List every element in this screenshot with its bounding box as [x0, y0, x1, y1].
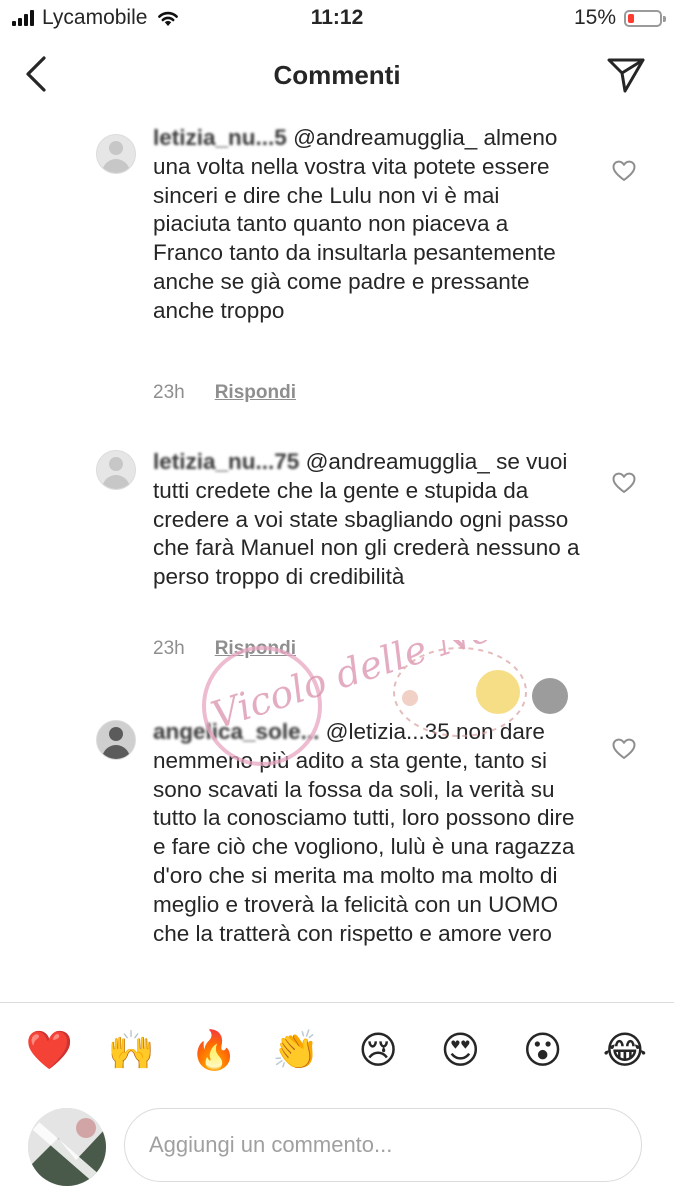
heart-icon[interactable] — [612, 160, 636, 182]
comment-text: angelica_sole... @letizia...35 non dare … — [153, 718, 583, 948]
comment-input-bar — [0, 1098, 674, 1200]
paper-plane-icon[interactable] — [604, 52, 648, 96]
comment-username[interactable]: letizia_nu...5 — [153, 125, 287, 150]
comment-meta: 23h Rispondi — [153, 382, 296, 404]
profile-photo — [28, 1108, 106, 1186]
status-bar: Lycamobile 11:12 15% — [0, 0, 674, 38]
comment-time: 23h — [153, 382, 185, 403]
comment-meta: 23h Rispondi — [153, 638, 296, 660]
comment-mention[interactable]: @andreamugglia_ — [293, 125, 477, 150]
reply-button[interactable]: Rispondi — [215, 638, 296, 659]
battery-percent: 15% — [573, 6, 616, 29]
comment-username[interactable]: letizia_nu...75 — [153, 449, 299, 474]
clock: 11:12 — [310, 6, 364, 29]
comment-mention[interactable]: @letizia...35 — [326, 719, 450, 744]
comment-text: letizia_nu...75 @andreamugglia_ se vuoi … — [153, 448, 583, 592]
quick-reaction-bar: ❤️ 🙌 🔥 👏 😢 😍 😮 😂 — [0, 1002, 674, 1098]
avatar[interactable] — [96, 720, 136, 760]
heart-icon[interactable] — [612, 472, 636, 494]
raised-hands-emoji-button[interactable]: 🙌 — [104, 1032, 158, 1070]
header: Commenti — [0, 38, 674, 112]
comment-body: almeno una volta nella vostra vita potet… — [153, 125, 558, 323]
battery-icon — [624, 9, 666, 27]
clapping-emoji-button[interactable]: 👏 — [269, 1032, 323, 1070]
status-right: 15% — [573, 6, 666, 30]
crying-emoji-button[interactable]: 😢 — [351, 1032, 405, 1070]
heart-icon[interactable] — [612, 738, 636, 760]
comment-list[interactable]: letizia_nu...5 @andreamugglia_ almeno un… — [0, 112, 674, 1002]
fire-emoji-button[interactable]: 🔥 — [187, 1032, 241, 1070]
avatar[interactable] — [96, 134, 136, 174]
comment-body: non dare nemmeno più adito a sta gente, … — [153, 719, 575, 946]
comment-mention[interactable]: @andreamugglia_ — [306, 449, 490, 474]
heart-emoji-button[interactable]: ❤️ — [22, 1032, 76, 1070]
avatar[interactable] — [28, 1108, 106, 1186]
comment-time: 23h — [153, 638, 185, 659]
comment-input[interactable] — [124, 1108, 642, 1182]
surprised-emoji-button[interactable]: 😮 — [516, 1032, 570, 1070]
avatar[interactable] — [96, 450, 136, 490]
reply-button[interactable]: Rispondi — [215, 382, 296, 403]
comment-text: letizia_nu...5 @andreamugglia_ almeno un… — [153, 124, 583, 326]
laughing-emoji-button[interactable]: 😂 — [598, 1032, 652, 1070]
page-title: Commenti — [273, 60, 401, 90]
heart-eyes-emoji-button[interactable]: 😍 — [433, 1032, 487, 1070]
comment-username[interactable]: angelica_sole... — [153, 719, 319, 744]
